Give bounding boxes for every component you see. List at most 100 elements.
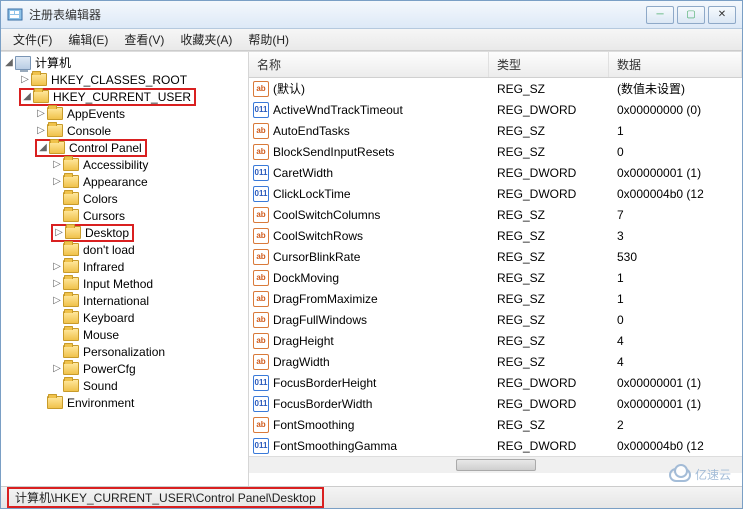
value-name: FocusBorderHeight [273,376,376,390]
value-name: CoolSwitchColumns [273,208,380,222]
value-data: 0x000004b0 (12 [609,439,742,453]
value-data: 3 [609,229,742,243]
value-name: DragFullWindows [273,313,367,327]
list-item[interactable]: abDragWidthREG_SZ4 [249,351,742,372]
value-data: 1 [609,271,742,285]
value-type: REG_SZ [489,229,609,243]
tree-appearance[interactable]: ▷Appearance [1,173,248,190]
list-item[interactable]: 011FocusBorderHeightREG_DWORD0x00000001 … [249,372,742,393]
value-data: (数值未设置) [609,80,742,97]
list-item[interactable]: 011ClickLockTimeREG_DWORD0x000004b0 (12 [249,183,742,204]
tree-infrared[interactable]: ▷Infrared [1,258,248,275]
expand-icon[interactable]: ▷ [35,125,47,136]
folder-icon [63,345,79,358]
value-name: CaretWidth [273,166,333,180]
folder-icon [63,158,79,171]
folder-icon [63,311,79,324]
list-item[interactable]: 011FocusBorderWidthREG_DWORD0x00000001 (… [249,393,742,414]
menu-help[interactable]: 帮助(H) [240,29,297,50]
value-data: 4 [609,334,742,348]
list-item[interactable]: ab DragFullWindows REG_SZ0 [249,309,742,330]
string-value-icon: ab [253,417,269,433]
expand-icon[interactable]: ▷ [19,74,31,85]
tree-mouse[interactable]: Mouse [1,326,248,343]
value-type: REG_SZ [489,334,609,348]
close-button[interactable]: ✕ [708,6,736,24]
tree-desktop[interactable]: ▷Desktop [1,224,248,241]
menu-favorites[interactable]: 收藏夹(A) [172,29,240,50]
list-item[interactable]: abCoolSwitchColumnsREG_SZ7 [249,204,742,225]
expand-icon[interactable]: ◢ [37,142,49,153]
value-data: 1 [609,124,742,138]
value-type: REG_SZ [489,271,609,285]
value-name: FontSmoothing [273,418,354,432]
value-type: REG_DWORD [489,103,609,117]
expand-icon[interactable]: ▷ [51,363,63,374]
tree-dontload[interactable]: don't load [1,241,248,258]
registry-tree[interactable]: ◢计算机 ▷HKEY_CLASSES_ROOT ◢HKEY_CURRENT_US… [1,52,249,486]
tree-appevents[interactable]: ▷AppEvents [1,105,248,122]
tree-hkcr[interactable]: ▷HKEY_CLASSES_ROOT [1,71,248,88]
tree-console[interactable]: ▷Console [1,122,248,139]
list-item[interactable]: ab(默认)REG_SZ(数值未设置) [249,78,742,99]
string-value-icon: ab [253,312,269,328]
tree-accessibility[interactable]: ▷Accessibility [1,156,248,173]
folder-icon [47,107,63,120]
list-item[interactable]: 011FontSmoothingGammaREG_DWORD0x000004b0… [249,435,742,456]
menu-edit[interactable]: 编辑(E) [60,29,116,50]
tree-keyboard[interactable]: Keyboard [1,309,248,326]
list-item[interactable]: 011CaretWidthREG_DWORD0x00000001 (1) [249,162,742,183]
value-data: 7 [609,208,742,222]
tree-colors[interactable]: Colors [1,190,248,207]
tree-cursors[interactable]: Cursors [1,207,248,224]
expand-icon[interactable]: ▷ [51,278,63,289]
expand-icon[interactable]: ▷ [51,159,63,170]
value-data: 0x00000001 (1) [609,166,742,180]
tree-international[interactable]: ▷International [1,292,248,309]
col-header-name[interactable]: 名称 [249,52,489,77]
tree-environment[interactable]: Environment [1,394,248,411]
list-item[interactable]: abDragFromMaximizeREG_SZ1 [249,288,742,309]
value-data: 0 [609,313,742,327]
list-item[interactable]: abDragHeightREG_SZ4 [249,330,742,351]
expand-icon[interactable]: ◢ [3,57,15,68]
value-data: 0x00000001 (1) [609,397,742,411]
list-item[interactable]: abFontSmoothingREG_SZ2 [249,414,742,435]
value-name: FocusBorderWidth [273,397,372,411]
expand-icon[interactable]: ▷ [35,108,47,119]
value-type: REG_SZ [489,313,609,327]
col-header-data[interactable]: 数据 [609,52,742,77]
col-header-type[interactable]: 类型 [489,52,609,77]
expand-icon[interactable]: ◢ [21,91,33,102]
menubar: 文件(F) 编辑(E) 查看(V) 收藏夹(A) 帮助(H) [1,29,742,51]
tree-computer[interactable]: ◢计算机 [1,54,248,71]
tree-inputmethod[interactable]: ▷Input Method [1,275,248,292]
list-item[interactable]: abCursorBlinkRateREG_SZ530 [249,246,742,267]
menu-view[interactable]: 查看(V) [116,29,172,50]
tree-powercfg[interactable]: ▷PowerCfg [1,360,248,377]
list-item[interactable]: abCoolSwitchRowsREG_SZ3 [249,225,742,246]
values-list[interactable]: 名称 类型 数据 ab(默认)REG_SZ(数值未设置)011ActiveWnd… [249,52,742,486]
expand-icon[interactable]: ▷ [51,176,63,187]
value-type: REG_DWORD [489,166,609,180]
list-item[interactable]: abDockMovingREG_SZ1 [249,267,742,288]
tree-controlpanel[interactable]: ◢Control Panel [1,139,248,156]
tree-sound[interactable]: Sound [1,377,248,394]
list-item[interactable]: 011ActiveWndTrackTimeoutREG_DWORD0x00000… [249,99,742,120]
maximize-button[interactable]: ▢ [677,6,705,24]
expand-icon[interactable]: ▷ [51,261,63,272]
expand-icon[interactable]: ▷ [53,227,65,238]
menu-file[interactable]: 文件(F) [5,29,60,50]
list-item[interactable]: abBlockSendInputResetsREG_SZ0 [249,141,742,162]
expand-icon[interactable]: ▷ [51,295,63,306]
window-title: 注册表编辑器 [29,6,646,23]
tree-hkcu[interactable]: ◢HKEY_CURRENT_USER [1,88,248,105]
list-header[interactable]: 名称 类型 数据 [249,52,742,78]
tree-personalization[interactable]: Personalization [1,343,248,360]
scrollbar-thumb[interactable] [456,459,536,471]
list-item[interactable]: abAutoEndTasksREG_SZ1 [249,120,742,141]
value-name: CursorBlinkRate [273,250,360,264]
minimize-button[interactable]: ─ [646,6,674,24]
content-area: ◢计算机 ▷HKEY_CLASSES_ROOT ◢HKEY_CURRENT_US… [1,51,742,486]
titlebar[interactable]: 注册表编辑器 ─ ▢ ✕ [1,1,742,29]
